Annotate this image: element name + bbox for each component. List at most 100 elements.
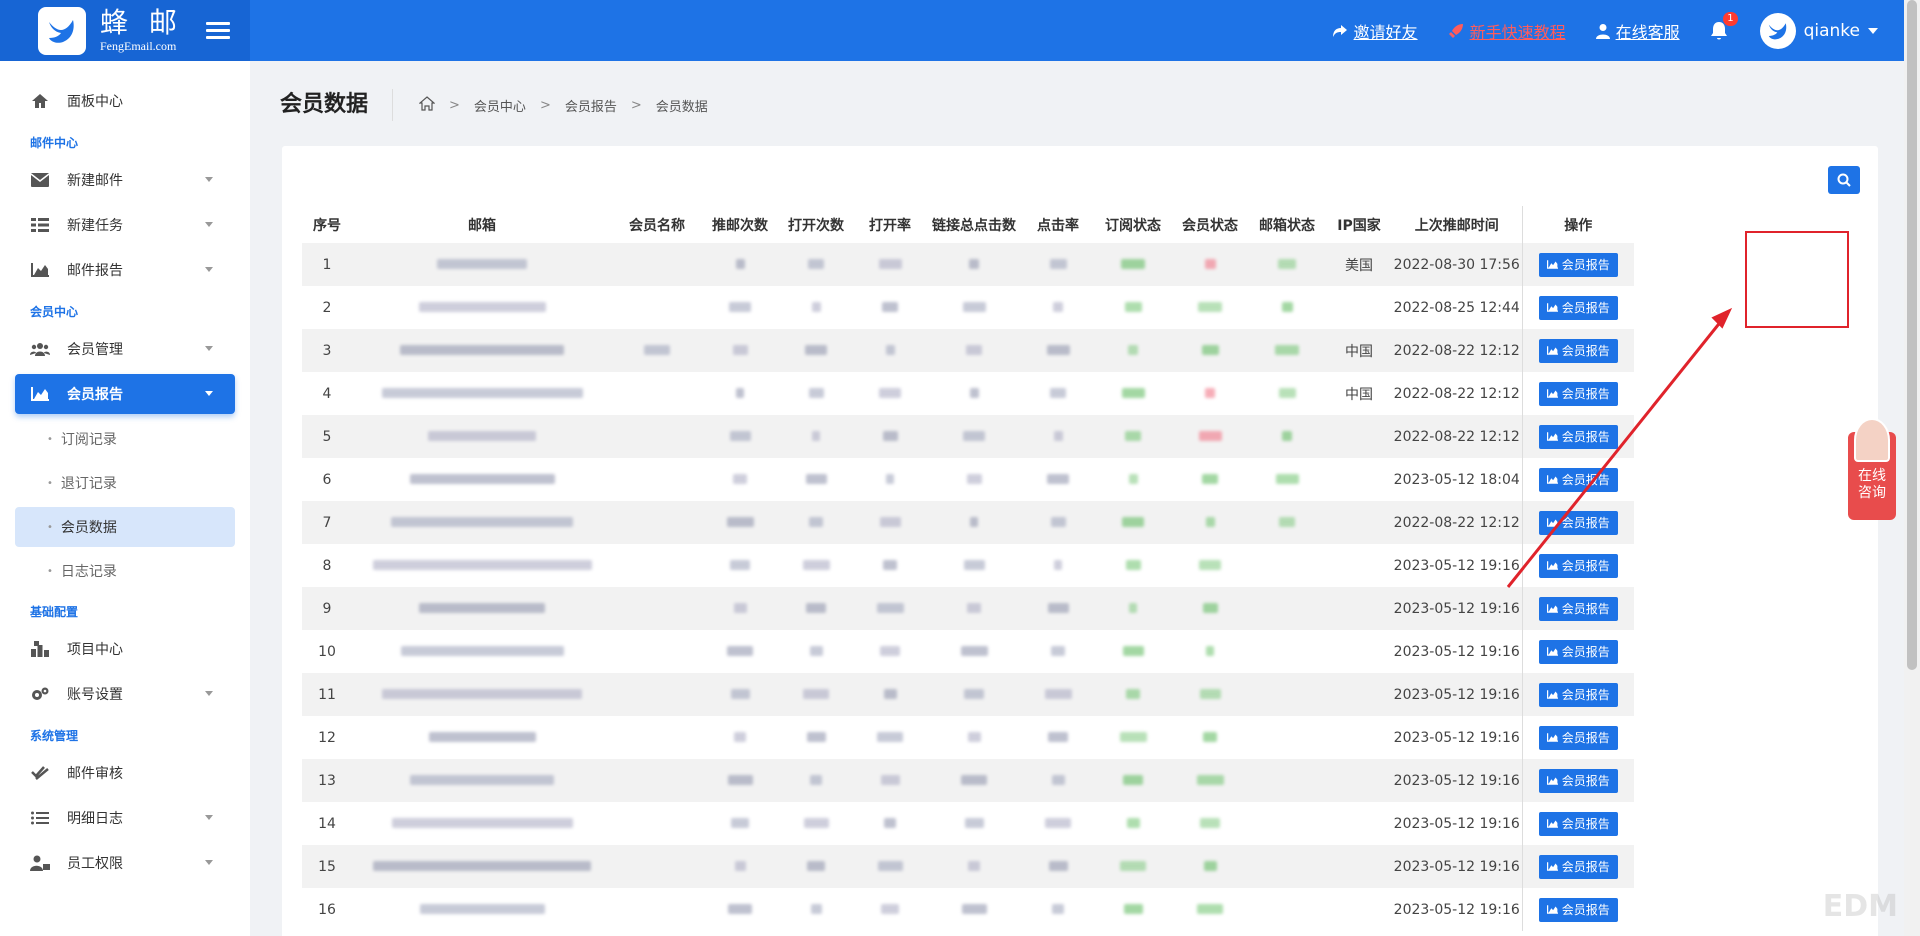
list-grid-icon — [29, 216, 51, 234]
redacted-cell — [1094, 243, 1172, 286]
user-lock-icon — [29, 854, 51, 872]
redacted-value — [1050, 387, 1066, 398]
last-push-time: 2023-05-12 19:16 — [1393, 815, 1520, 832]
redacted-cell — [778, 888, 854, 931]
notification-bell[interactable]: 1 — [1710, 11, 1738, 41]
row-index: 5 — [302, 415, 352, 458]
sidebar-item-account[interactable]: 账号设置 — [15, 674, 235, 714]
last-push-time: 2022-08-22 12:12 — [1392, 501, 1522, 544]
chart-icon — [1546, 260, 1558, 269]
member-report-button[interactable]: 会员报告 — [1538, 811, 1618, 836]
sidebar-item-new-task[interactable]: 新建任务 — [15, 205, 235, 245]
member-report-label: 会员报告 — [1561, 430, 1610, 444]
last-push-time: 2023-05-12 18:04 — [1393, 471, 1520, 488]
member-report-button[interactable]: 会员报告 — [1538, 897, 1618, 922]
redacted-value — [966, 344, 982, 355]
redacted-value — [1128, 344, 1138, 355]
chart-icon — [1546, 647, 1558, 656]
redacted-cell — [1022, 544, 1094, 587]
online-consult-button[interactable]: 在线 咨询 — [1848, 418, 1896, 520]
operation-cell: 会员报告 — [1521, 415, 1634, 458]
breadcrumb-item[interactable]: 会员报告 — [565, 96, 617, 115]
member-report-button[interactable]: 会员报告 — [1538, 510, 1618, 535]
search-button[interactable] — [1828, 166, 1860, 194]
table-row: 2 2022-08-25 12:44 会员报告 — [302, 286, 1634, 329]
redacted-value — [1202, 473, 1218, 484]
chart-icon — [1546, 432, 1558, 441]
redacted-value — [1123, 774, 1143, 785]
redacted-value — [733, 602, 747, 613]
sidebar-subitem-member-data[interactable]: 会员数据 — [15, 507, 235, 547]
table-row: 13 2023-05-12 19:16 会员报告 — [302, 759, 1634, 802]
scrollbar[interactable] — [1904, 0, 1920, 936]
menu-toggle-icon[interactable] — [205, 18, 230, 43]
service-link[interactable]: 在线客服 — [1595, 19, 1680, 43]
brand[interactable]: 蜂 邮 FengEmail.com — [0, 0, 250, 61]
member-report-button[interactable]: 会员报告 — [1538, 854, 1618, 879]
home-icon — [29, 92, 51, 110]
chart-icon — [1546, 862, 1558, 871]
scrollbar-thumb[interactable] — [1907, 0, 1917, 670]
sidebar-item-audit[interactable]: 邮件审核 — [15, 753, 235, 793]
member-report-button[interactable]: 会员报告 — [1538, 768, 1618, 793]
row-index: 9 — [302, 587, 352, 630]
redacted-cell — [612, 587, 702, 630]
redacted-value — [812, 430, 820, 441]
sidebar-item-mail-report[interactable]: 邮件报告 — [15, 250, 235, 290]
member-report-button[interactable]: 会员报告 — [1538, 725, 1618, 750]
redacted-value — [1204, 258, 1216, 269]
redacted-value — [879, 516, 901, 527]
redacted-cell — [1248, 458, 1326, 501]
member-report-button[interactable]: 会员报告 — [1538, 295, 1618, 320]
member-report-button[interactable]: 会员报告 — [1538, 252, 1618, 277]
member-report-button[interactable]: 会员报告 — [1538, 639, 1618, 664]
redacted-value — [1048, 731, 1068, 742]
redacted-value — [409, 473, 555, 484]
redacted-value — [733, 473, 747, 484]
member-report-button[interactable]: 会员报告 — [1538, 381, 1618, 406]
sidebar-item-staff[interactable]: 员工权限 — [15, 843, 235, 883]
column-header: 打开次数 — [788, 217, 844, 234]
user-menu[interactable]: qianke — [1759, 12, 1878, 49]
member-report-button[interactable]: 会员报告 — [1538, 596, 1618, 621]
redacted-cell — [352, 888, 612, 931]
invite-link[interactable]: 邀请好友 — [1332, 19, 1418, 43]
redacted-cell — [778, 329, 854, 372]
redacted-cell — [1022, 458, 1094, 501]
column-header: 会员名称 — [629, 217, 685, 234]
sidebar-item-detail-log[interactable]: 明细日志 — [15, 798, 235, 838]
sidebar-item-label: 员工权限 — [67, 856, 123, 872]
breadcrumb-item[interactable]: 会员中心 — [474, 96, 526, 115]
sidebar-subitem-subscribe-log[interactable]: 订阅记录 — [15, 419, 235, 459]
sidebar-item-member-report[interactable]: 会员报告 — [15, 374, 235, 414]
redacted-cell — [1094, 716, 1172, 759]
sidebar-subitem-unsubscribe-log[interactable]: 退订记录 — [15, 463, 235, 503]
member-report-button[interactable]: 会员报告 — [1538, 467, 1618, 492]
redacted-value — [969, 258, 979, 269]
sidebar-item-new-mail[interactable]: 新建邮件 — [15, 160, 235, 200]
redacted-cell — [1172, 888, 1248, 931]
redacted-value — [729, 301, 751, 312]
member-report-button[interactable]: 会员报告 — [1538, 682, 1618, 707]
redacted-cell — [1094, 329, 1172, 372]
redacted-cell — [352, 286, 612, 329]
member-report-button[interactable]: 会员报告 — [1538, 553, 1618, 578]
member-report-button[interactable]: 会员报告 — [1538, 424, 1618, 449]
sidebar-item-project[interactable]: 项目中心 — [15, 629, 235, 669]
last-push-time: 2023-05-12 19:16 — [1393, 643, 1520, 660]
redacted-cell — [926, 372, 1022, 415]
redacted-cell — [854, 802, 926, 845]
home-icon[interactable] — [418, 95, 436, 115]
tutorial-link[interactable]: 新手快速教程 — [1448, 19, 1566, 43]
sidebar-item-dashboard[interactable]: 面板中心 — [15, 81, 235, 121]
redacted-cell — [612, 802, 702, 845]
redacted-cell — [702, 673, 778, 716]
redacted-cell — [702, 759, 778, 802]
operation-cell: 会员报告 — [1521, 845, 1634, 888]
sidebar-subitem-log-records[interactable]: 日志记录 — [15, 551, 235, 591]
column-header: 邮箱 — [468, 217, 496, 234]
sidebar-item-member-manage[interactable]: 会员管理 — [15, 329, 235, 369]
notification-badge: 1 — [1723, 11, 1738, 26]
member-report-button[interactable]: 会员报告 — [1538, 338, 1618, 363]
redacted-cell — [1248, 888, 1326, 931]
